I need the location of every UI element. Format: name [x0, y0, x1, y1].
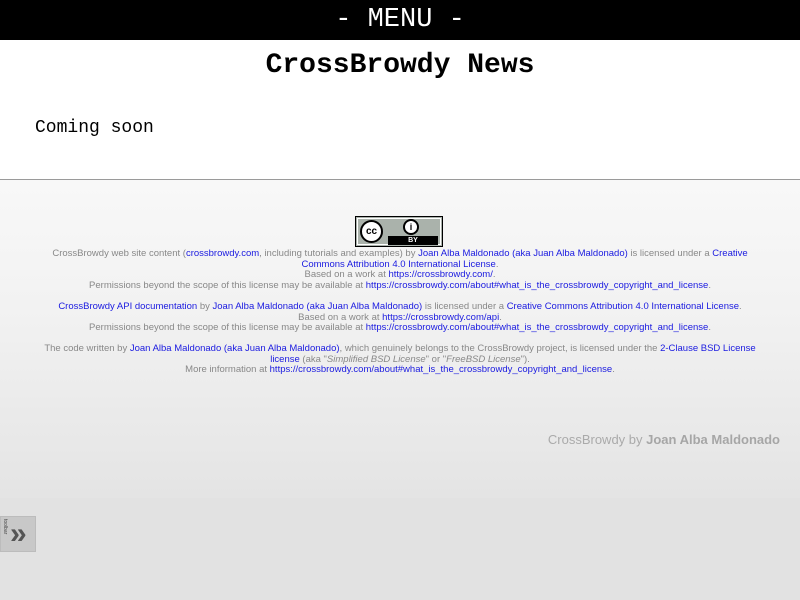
credit-site: CrossBrowdy [547, 432, 626, 447]
api-license-notice: CrossBrowdy API documentation by Joan Al… [58, 301, 742, 334]
credit-author: Joan Alba Maldonado [646, 432, 780, 447]
attribution-icon: i [403, 219, 419, 235]
menu-label: - MENU - [335, 5, 465, 35]
author-link[interactable]: Joan Alba Maldonado (aka Juan Alba Maldo… [418, 248, 628, 259]
permissions-link[interactable]: https://crossbrowdy.com/about#what_is_th… [270, 364, 613, 376]
coming-soon-text: Coming soon [35, 118, 154, 138]
cc-icon: cc [360, 220, 383, 243]
code-license-notice: The code written by Joan Alba Maldonado … [44, 343, 756, 376]
api-docs-link[interactable]: CrossBrowdy API documentation [58, 301, 197, 312]
main-menu-button[interactable]: - MENU - [0, 0, 800, 40]
footer: cc i BY CrossBrowdy web site content (cr… [0, 180, 800, 498]
crossbrowdy-link[interactable]: crossbrowdy.com [186, 248, 259, 259]
permissions-link[interactable]: https://crossbrowdy.com/about#what_is_th… [366, 280, 709, 291]
toolbar-toggle-label: toolbar [2, 519, 8, 535]
toolbar-toggle-button[interactable]: toolbar » [0, 516, 36, 552]
main-content: CrossBrowdy News Coming soon [0, 40, 800, 180]
permissions-link[interactable]: https://crossbrowdy.com/about#what_is_th… [366, 322, 709, 334]
api-source-link[interactable]: https://crossbrowdy.com/api [382, 312, 499, 323]
cc-license-badge[interactable]: cc i BY [355, 216, 443, 247]
page-title: CrossBrowdy News [265, 50, 535, 81]
bottom-area: toolbar » [0, 498, 800, 600]
source-work-link[interactable]: https://crossbrowdy.com/ [388, 269, 492, 281]
by-label: BY [388, 236, 438, 245]
content-license-notice: CrossBrowdy web site content (crossbrowd… [52, 248, 748, 292]
author-link[interactable]: Joan Alba Maldonado (aka Juan Alba Maldo… [130, 343, 340, 354]
double-chevron-right-icon: » [10, 517, 27, 550]
author-link[interactable]: Joan Alba Maldonado (aka Juan Alba Maldo… [213, 301, 423, 312]
site-credit: CrossBrowdy by Joan Alba Maldonado [547, 432, 780, 447]
cc-license-link[interactable]: Creative Commons Attribution 4.0 Interna… [507, 301, 739, 312]
